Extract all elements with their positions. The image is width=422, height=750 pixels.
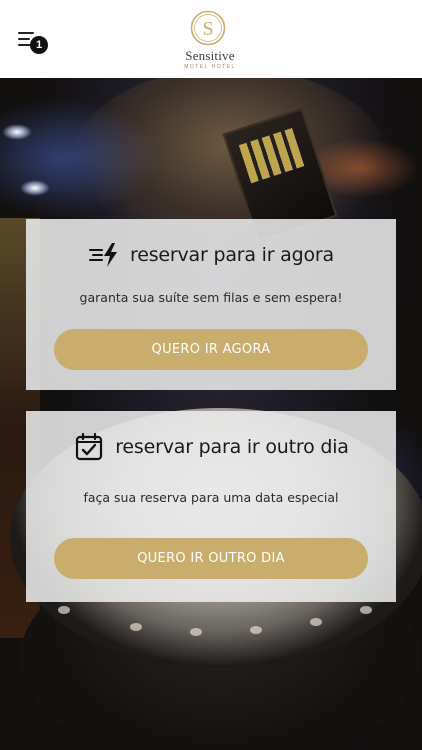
go-now-button[interactable]: QUERO IR AGORA: [54, 329, 368, 370]
reserve-other-day-heading: reservar para ir outro dia: [26, 433, 396, 461]
notification-badge: 1: [30, 36, 48, 54]
go-other-day-button[interactable]: QUERO IR OUTRO DIA: [54, 538, 368, 579]
brand-logo[interactable]: S Sensitive MOTEL HOTEL: [170, 8, 250, 70]
reserve-other-day-subtitle: faça sua reserva para uma data especial: [83, 490, 339, 505]
reserve-now-card: reservar para ir agora garanta sua suíte…: [26, 219, 396, 390]
reserve-other-day-title: reservar para ir outro dia: [115, 436, 349, 458]
reserve-other-day-card: reservar para ir outro dia faça sua rese…: [26, 411, 396, 602]
logo-tagline: MOTEL HOTEL: [184, 64, 236, 70]
reserve-now-heading: reservar para ir agora: [26, 241, 396, 269]
calendar-check-icon: [76, 433, 103, 461]
svg-text:S: S: [202, 18, 213, 40]
app-header: 1 S Sensitive MOTEL HOTEL: [0, 0, 422, 78]
reserve-now-title: reservar para ir agora: [130, 244, 334, 266]
lightning-fast-icon: [89, 243, 118, 267]
logo-s-monogram-icon: S: [190, 10, 226, 46]
reserve-now-subtitle: garanta sua suíte sem filas e sem espera…: [79, 290, 343, 305]
logo-brand-name: Sensitive: [185, 48, 235, 63]
